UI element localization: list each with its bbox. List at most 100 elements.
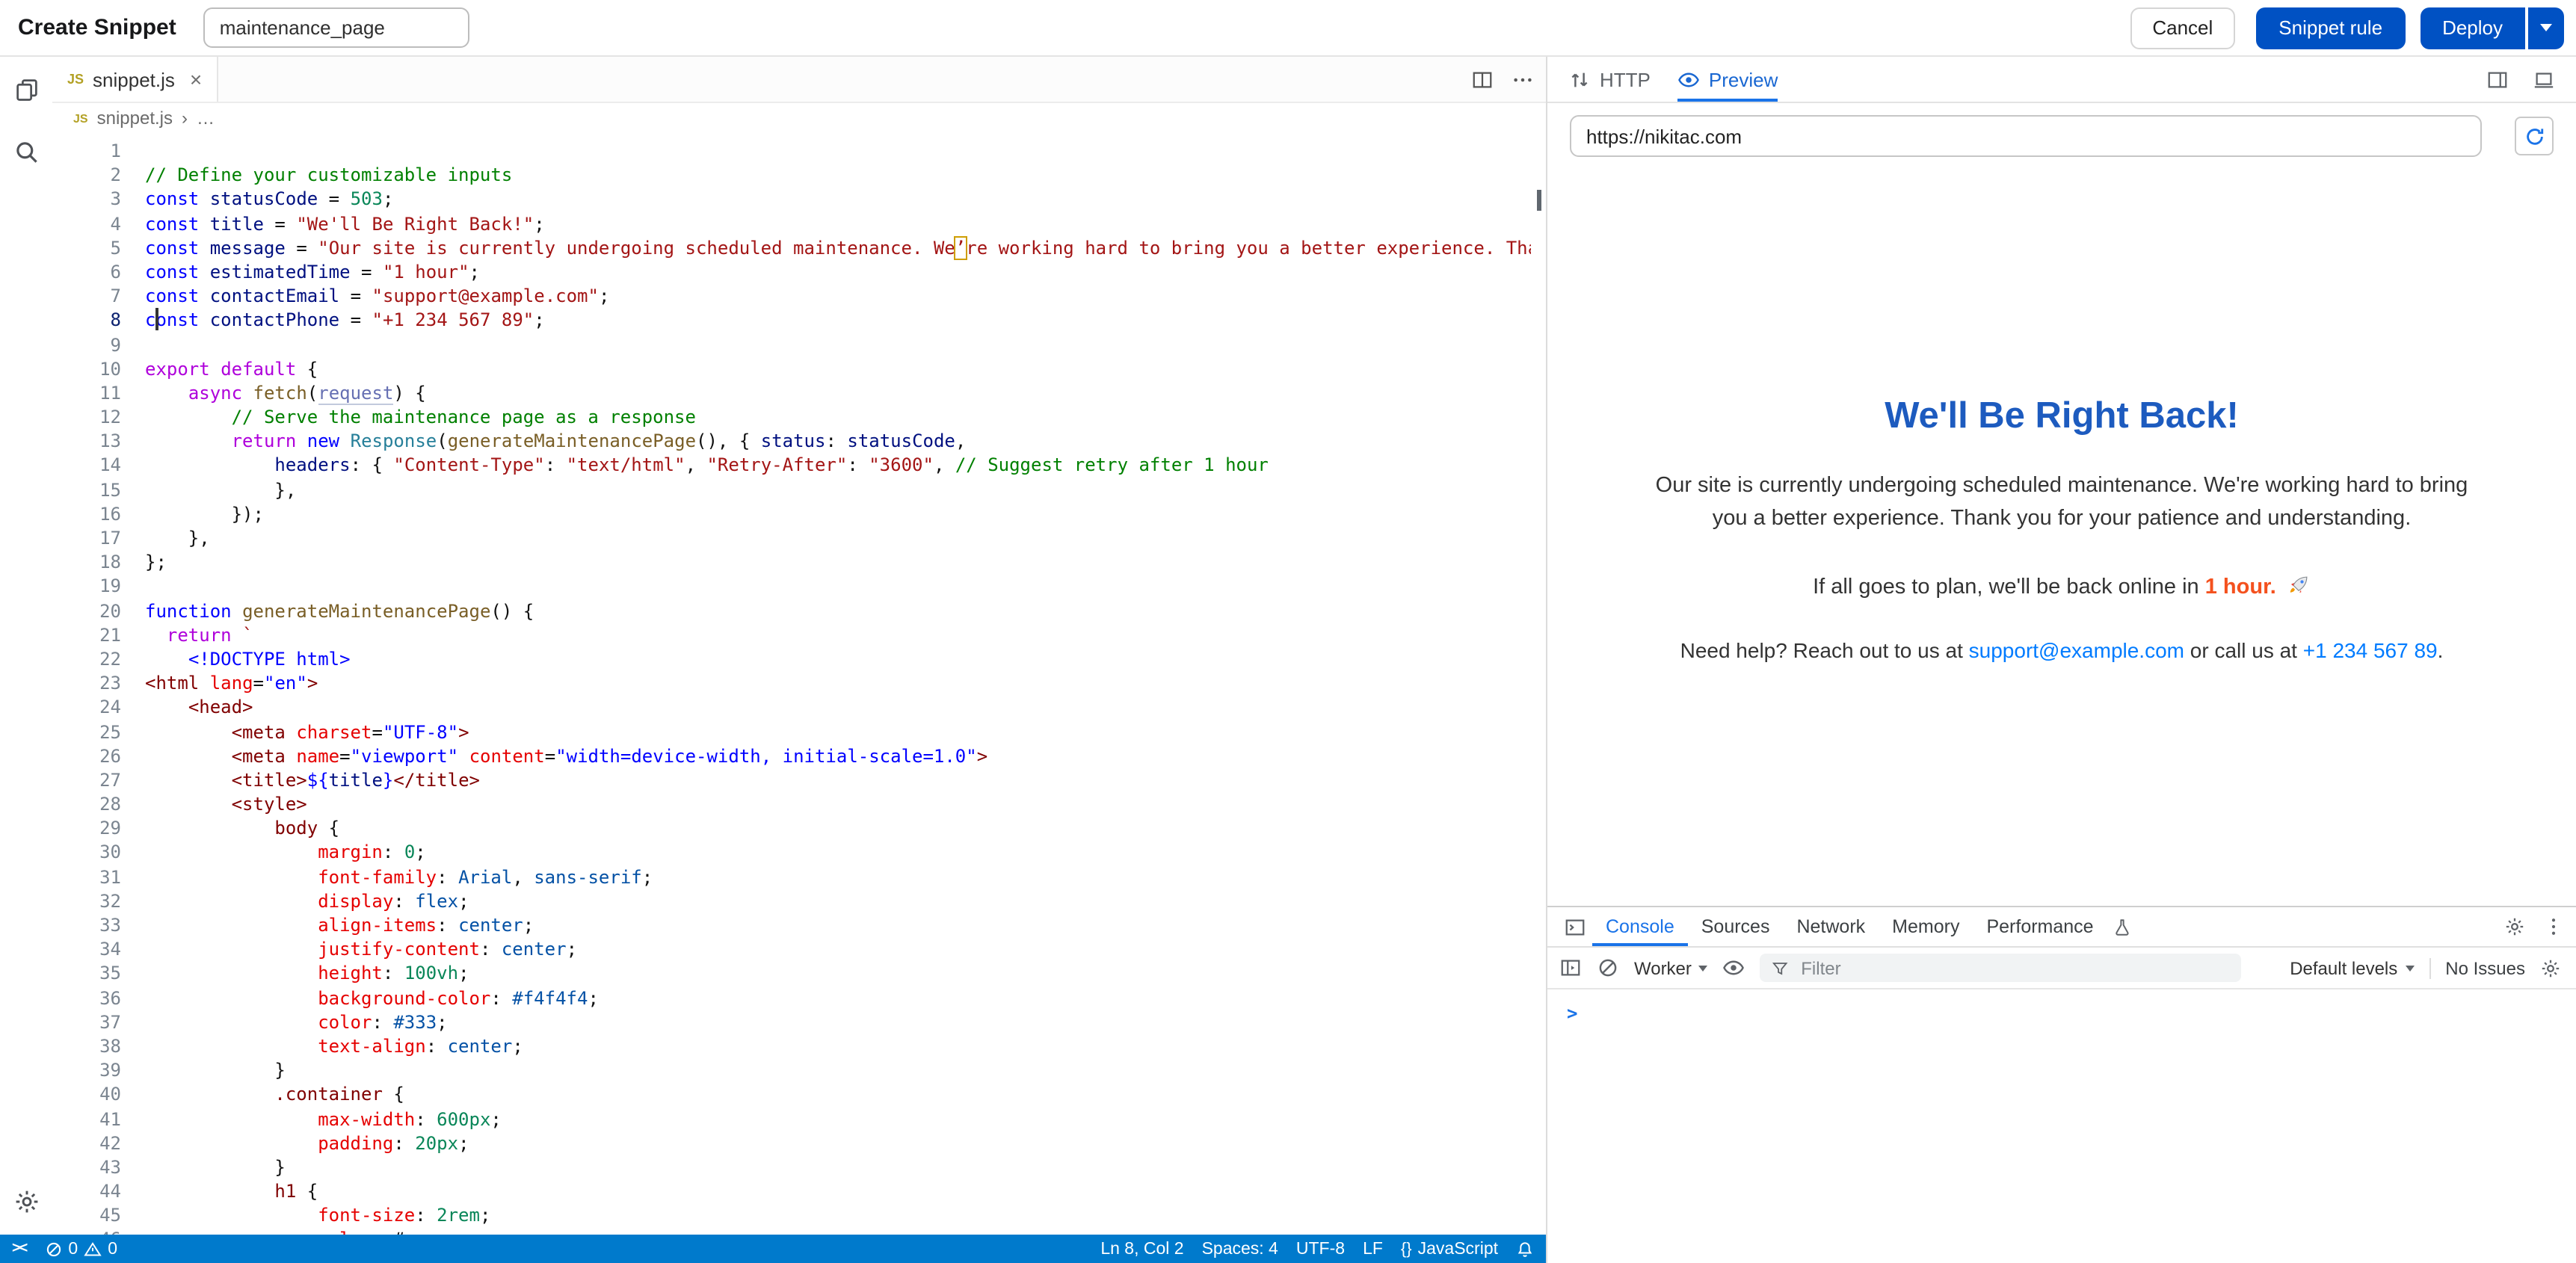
deploy-menu-button[interactable]: [2528, 7, 2564, 49]
code-line: 35 height: 100vh;: [52, 962, 1531, 986]
tab-sources[interactable]: Sources: [1688, 907, 1784, 946]
code-line: 24 <head>: [52, 696, 1531, 720]
chevron-right-icon: ›: [182, 108, 188, 129]
code-line: 33 align-items: center;: [52, 913, 1531, 937]
more-actions-icon[interactable]: [1512, 68, 1534, 90]
code-line: 32 display: flex;: [52, 889, 1531, 913]
code-line: 28 <style>: [52, 792, 1531, 816]
editor-pane: JS snippet.js × JS snippet.js: [52, 57, 1546, 1235]
help-text: .: [2438, 638, 2444, 662]
cancel-button[interactable]: Cancel: [2130, 7, 2235, 49]
code-line: 30 margin: 0;: [52, 841, 1531, 865]
status-bar: >< 0 0 Ln 8, Col 2 Spaces: 4 UTF-8 LF {}…: [0, 1235, 1546, 1263]
breadcrumb-file[interactable]: snippet.js: [97, 108, 173, 129]
console-toolbar: Worker Default lev: [1547, 948, 2576, 989]
breadcrumb[interactable]: JS snippet.js › …: [52, 103, 1546, 133]
error-count: 0: [68, 1240, 78, 1258]
code-line: 34 justify-content: center;: [52, 937, 1531, 961]
code-line: 36 background-color: #f4f4f4;: [52, 986, 1531, 1010]
search-icon[interactable]: [11, 138, 41, 167]
files-icon[interactable]: [11, 75, 41, 105]
tab-memory[interactable]: Memory: [1879, 907, 1973, 946]
updown-arrows-icon: [1568, 68, 1591, 90]
notifications-bell-icon[interactable]: [1516, 1240, 1534, 1258]
clear-console-icon[interactable]: [1597, 957, 1619, 979]
code-line: 11 async fetch(request) {: [52, 381, 1531, 405]
code-line: 43 }: [52, 1155, 1531, 1179]
support-email-link[interactable]: support@example.com: [1969, 638, 2184, 662]
activity-bar: [0, 57, 52, 1235]
code-line: 17 },: [52, 526, 1531, 550]
language-mode[interactable]: {} JavaScript: [1401, 1240, 1498, 1258]
code-line: 6const estimatedTime = "1 hour";: [52, 260, 1531, 284]
error-icon: [44, 1240, 62, 1258]
code-line: 21 return `: [52, 623, 1531, 647]
tab-console[interactable]: Console: [1592, 907, 1688, 946]
tab-network[interactable]: Network: [1783, 907, 1879, 946]
code-line: 18};: [52, 550, 1531, 574]
execution-context-selector[interactable]: Worker: [1634, 957, 1708, 978]
console-settings-gear-icon[interactable]: [2540, 957, 2561, 978]
console-filter-input[interactable]: [1798, 956, 2230, 980]
preview-url-row: [1547, 103, 2576, 169]
experiments-flask-icon: [2113, 917, 2133, 936]
code-line: 22 <!DOCTYPE html>: [52, 647, 1531, 671]
problems-indicator[interactable]: 0 0: [44, 1240, 117, 1258]
split-editor-icon[interactable]: [1471, 68, 1494, 90]
funnel-icon: [1772, 959, 1789, 977]
log-levels-selector[interactable]: Default levels: [2290, 957, 2414, 978]
page-title: Create Snippet: [18, 15, 176, 40]
tab-preview[interactable]: Preview: [1677, 57, 1778, 102]
code-line: 40 .container {: [52, 1083, 1531, 1107]
braces-icon: {}: [1401, 1240, 1412, 1258]
tab-http[interactable]: HTTP: [1568, 57, 1651, 102]
settings-gear-icon[interactable]: [11, 1187, 41, 1217]
support-phone-link[interactable]: +1 234 567 89: [2303, 638, 2438, 662]
close-icon[interactable]: ×: [190, 69, 202, 90]
live-expression-eye-icon[interactable]: [1723, 957, 1745, 979]
code-line: 7const contactEmail = "support@example.c…: [52, 284, 1531, 308]
code-line: 15 },: [52, 478, 1531, 501]
overview-ruler-mark: [1537, 190, 1541, 211]
toolbar-divider: [2429, 957, 2430, 978]
issues-counter[interactable]: No Issues: [2445, 957, 2525, 978]
console-filter-box[interactable]: [1760, 954, 2242, 982]
snippet-rule-button[interactable]: Snippet rule: [2256, 7, 2405, 49]
cursor-position[interactable]: Ln 8, Col 2: [1100, 1240, 1183, 1258]
breadcrumb-more[interactable]: …: [197, 108, 215, 129]
code-line: 5const message = "Our site is currently …: [52, 236, 1531, 260]
panel-layout-icon[interactable]: [2486, 68, 2509, 90]
language-label: JavaScript: [1418, 1240, 1498, 1258]
code-line: 23<html lang="en">: [52, 671, 1531, 695]
console-output[interactable]: >: [1547, 989, 2576, 1024]
remote-indicator-icon[interactable]: ><: [12, 1241, 26, 1257]
warning-icon: [84, 1240, 102, 1258]
encoding-setting[interactable]: UTF-8: [1296, 1240, 1345, 1258]
tab-performance[interactable]: Performance: [1973, 907, 2107, 946]
devtools-menu-dots-icon[interactable]: [2543, 916, 2564, 937]
console-panel-icon[interactable]: [1556, 915, 1592, 938]
maintenance-help: Need help? Reach out to us at support@ex…: [1643, 638, 2480, 662]
indentation-setting[interactable]: Spaces: 4: [1202, 1240, 1278, 1258]
maintenance-eta: If all goes to plan, we'll be back onlin…: [1643, 574, 2480, 599]
code-line: 8const contactPhone = "+1 234 567 89";: [52, 309, 1531, 333]
code-line: 25 <meta charset="UTF-8">: [52, 720, 1531, 744]
eol-setting[interactable]: LF: [1363, 1240, 1383, 1258]
code-line: 29 body {: [52, 817, 1531, 841]
eye-icon: [1677, 68, 1700, 90]
url-input[interactable]: [1570, 115, 2482, 157]
app-window: Create Snippet Cancel Snippet rule Deplo…: [0, 0, 2576, 1263]
maintenance-message: Our site is currently undergoing schedul…: [1654, 471, 2469, 535]
editor-tab-snippet-js[interactable]: JS snippet.js ×: [52, 57, 218, 102]
code-line: 41 max-width: 600px;: [52, 1107, 1531, 1131]
console-sidebar-toggle-icon[interactable]: [1559, 957, 1582, 979]
refresh-button[interactable]: [2515, 117, 2554, 155]
code-line: 3const statusCode = 503;: [52, 188, 1531, 211]
devtools-settings-gear-icon[interactable]: [2504, 916, 2525, 937]
code-area[interactable]: 12// Define your customizable inputs3con…: [52, 133, 1546, 1236]
code-line: 39 }: [52, 1058, 1531, 1082]
snippet-name-input[interactable]: [203, 7, 469, 48]
code-line: 37 color: #333;: [52, 1010, 1531, 1034]
deploy-button[interactable]: Deploy: [2420, 7, 2525, 49]
device-toolbar-icon[interactable]: [2533, 68, 2555, 90]
